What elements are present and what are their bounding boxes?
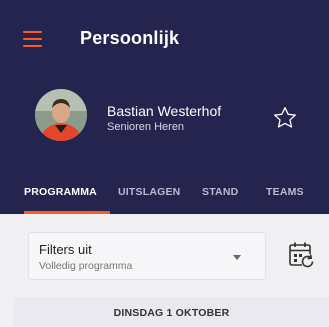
filter-title: Filters uit: [39, 242, 92, 257]
active-tab-indicator: [24, 211, 110, 214]
filter-subtitle: Volledig programma: [39, 260, 133, 272]
tab-teams[interactable]: TEAMS: [266, 186, 304, 198]
hamburger-menu-icon[interactable]: [23, 31, 42, 47]
profile-team: Senioren Heren: [107, 121, 185, 133]
calendar-refresh-icon[interactable]: [288, 241, 314, 269]
profile-name: Bastian Westerhof: [107, 103, 222, 119]
page-title: Persoonlijk: [80, 28, 180, 48]
player-photo: [35, 89, 87, 141]
tab-programma[interactable]: PROGRAMMA: [24, 186, 97, 198]
filter-dropdown[interactable]: Filters uit Volledig programma: [28, 232, 266, 280]
date-label: DINSDAG 1 OKTOBER: [113, 307, 230, 319]
app-header: Persoonlijk Bastian Westerhof Senioren H…: [0, 0, 329, 214]
star-outline-icon[interactable]: [272, 105, 298, 131]
date-header: DINSDAG 1 OKTOBER: [14, 297, 329, 327]
tab-bar: PROGRAMMA UITSLAGEN STAND TEAMS: [0, 176, 329, 214]
avatar: [35, 89, 87, 141]
tab-uitslagen[interactable]: UITSLAGEN: [118, 186, 180, 198]
tab-stand[interactable]: STAND: [202, 186, 238, 198]
caret-down-icon: [233, 255, 241, 260]
